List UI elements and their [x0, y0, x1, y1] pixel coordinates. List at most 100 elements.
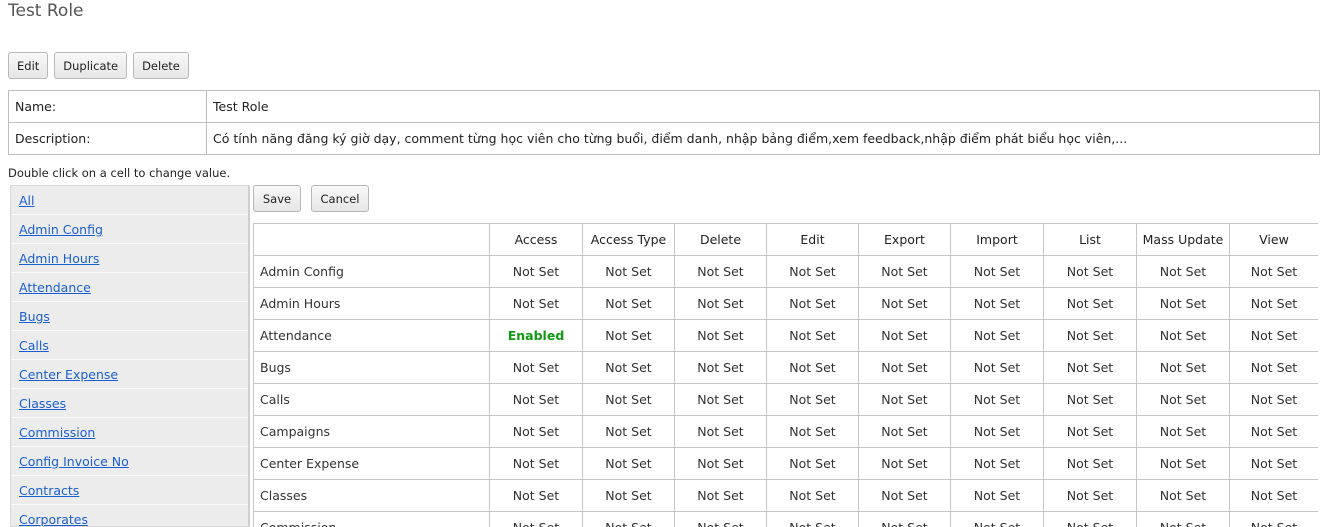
permission-cell[interactable]: Not Set	[766, 447, 859, 480]
permission-cell[interactable]: Not Set	[1136, 383, 1230, 416]
sidebar-item-label[interactable]: Admin Config	[19, 222, 103, 237]
sidebar-item-label[interactable]: Corporates	[19, 512, 88, 527]
permission-cell[interactable]: Not Set	[1043, 319, 1137, 352]
permission-cell[interactable]: Not Set	[582, 511, 675, 527]
sidebar-item-label[interactable]: All	[19, 193, 35, 208]
permission-cell[interactable]: Not Set	[766, 287, 859, 320]
permission-cell[interactable]: Not Set	[950, 479, 1044, 512]
permission-cell[interactable]: Not Set	[674, 319, 767, 352]
permission-cell[interactable]: Not Set	[582, 255, 675, 288]
sidebar-item-all[interactable]: All	[11, 186, 248, 215]
sidebar-item-bugs[interactable]: Bugs	[11, 302, 248, 331]
sidebar-item-label[interactable]: Config Invoice No	[19, 454, 129, 469]
permission-cell[interactable]: Not Set	[489, 447, 583, 480]
permission-cell[interactable]: Not Set	[582, 479, 675, 512]
permission-cell[interactable]: Not Set	[1229, 351, 1318, 384]
permission-cell[interactable]: Not Set	[766, 511, 859, 527]
permission-cell[interactable]: Not Set	[858, 479, 951, 512]
permission-cell[interactable]: Not Set	[1043, 511, 1137, 527]
delete-button[interactable]: Delete	[133, 52, 189, 79]
permission-cell[interactable]: Not Set	[674, 415, 767, 448]
permission-cell[interactable]: Not Set	[1136, 447, 1230, 480]
permission-cell[interactable]: Not Set	[489, 287, 583, 320]
permission-cell[interactable]: Not Set	[582, 447, 675, 480]
permission-cell[interactable]: Not Set	[1136, 479, 1230, 512]
permission-cell[interactable]: Not Set	[858, 447, 951, 480]
permission-cell[interactable]: Not Set	[489, 351, 583, 384]
sidebar-item-config-invoice-no[interactable]: Config Invoice No	[11, 447, 248, 476]
permission-cell[interactable]: Not Set	[1136, 415, 1230, 448]
permission-cell[interactable]: Not Set	[858, 287, 951, 320]
permission-cell[interactable]: Not Set	[858, 383, 951, 416]
sidebar-item-admin-hours[interactable]: Admin Hours	[11, 244, 248, 273]
permission-cell[interactable]: Not Set	[1136, 319, 1230, 352]
permission-cell[interactable]: Not Set	[489, 383, 583, 416]
permission-cell[interactable]: Not Set	[674, 383, 767, 416]
permission-cell[interactable]: Enabled	[489, 319, 583, 352]
sidebar-item-commission[interactable]: Commission	[11, 418, 248, 447]
permission-cell[interactable]: Not Set	[1229, 287, 1318, 320]
permission-cell[interactable]: Not Set	[858, 511, 951, 527]
permission-cell[interactable]: Not Set	[489, 511, 583, 527]
permission-cell[interactable]: Not Set	[766, 415, 859, 448]
permission-cell[interactable]: Not Set	[1136, 511, 1230, 527]
permission-cell[interactable]: Not Set	[1043, 479, 1137, 512]
permission-cell[interactable]: Not Set	[1229, 415, 1318, 448]
permission-cell[interactable]: Not Set	[858, 415, 951, 448]
sidebar-item-label[interactable]: Calls	[19, 338, 49, 353]
permission-cell[interactable]: Not Set	[582, 351, 675, 384]
permission-cell[interactable]: Not Set	[674, 255, 767, 288]
permission-cell[interactable]: Not Set	[489, 415, 583, 448]
permission-cell[interactable]: Not Set	[1136, 351, 1230, 384]
sidebar-item-label[interactable]: Admin Hours	[19, 251, 99, 266]
permission-cell[interactable]: Not Set	[674, 447, 767, 480]
sidebar-item-attendance[interactable]: Attendance	[11, 273, 248, 302]
permission-cell[interactable]: Not Set	[1229, 319, 1318, 352]
permission-cell[interactable]: Not Set	[1229, 383, 1318, 416]
permission-cell[interactable]: Not Set	[582, 319, 675, 352]
sidebar-item-center-expense[interactable]: Center Expense	[11, 360, 248, 389]
permission-cell[interactable]: Not Set	[950, 351, 1044, 384]
permission-cell[interactable]: Not Set	[1043, 383, 1137, 416]
permission-cell[interactable]: Not Set	[950, 319, 1044, 352]
edit-button[interactable]: Edit	[8, 52, 49, 79]
permission-cell[interactable]: Not Set	[1229, 447, 1318, 480]
cancel-button[interactable]: Cancel	[311, 185, 369, 212]
permission-cell[interactable]: Not Set	[766, 479, 859, 512]
permission-cell[interactable]: Not Set	[858, 351, 951, 384]
save-button[interactable]: Save	[253, 185, 301, 212]
permission-cell[interactable]: Not Set	[1043, 255, 1137, 288]
permission-cell[interactable]: Not Set	[489, 255, 583, 288]
sidebar-item-label[interactable]: Classes	[19, 396, 66, 411]
permission-cell[interactable]: Not Set	[1229, 255, 1318, 288]
permission-cell[interactable]: Not Set	[950, 415, 1044, 448]
permission-cell[interactable]: Not Set	[1229, 479, 1318, 512]
permission-cell[interactable]: Not Set	[1043, 287, 1137, 320]
permission-cell[interactable]: Not Set	[950, 255, 1044, 288]
sidebar-item-label[interactable]: Bugs	[19, 309, 50, 324]
permission-cell[interactable]: Not Set	[489, 479, 583, 512]
permission-cell[interactable]: Not Set	[582, 287, 675, 320]
permission-cell[interactable]: Not Set	[950, 511, 1044, 527]
sidebar-item-corporates[interactable]: Corporates	[11, 505, 248, 527]
sidebar-item-calls[interactable]: Calls	[11, 331, 248, 360]
permission-cell[interactable]: Not Set	[1043, 415, 1137, 448]
permission-cell[interactable]: Not Set	[1229, 511, 1318, 527]
sidebar-item-label[interactable]: Center Expense	[19, 367, 118, 382]
permission-cell[interactable]: Not Set	[674, 351, 767, 384]
sidebar-item-label[interactable]: Commission	[19, 425, 95, 440]
permission-cell[interactable]: Not Set	[950, 383, 1044, 416]
permission-cell[interactable]: Not Set	[858, 255, 951, 288]
permission-cell[interactable]: Not Set	[766, 383, 859, 416]
permission-cell[interactable]: Not Set	[950, 447, 1044, 480]
permission-cell[interactable]: Not Set	[1043, 351, 1137, 384]
sidebar-item-label[interactable]: Contracts	[19, 483, 79, 498]
duplicate-button[interactable]: Duplicate	[54, 52, 128, 79]
sidebar-item-classes[interactable]: Classes	[11, 389, 248, 418]
permission-cell[interactable]: Not Set	[766, 319, 859, 352]
permission-cell[interactable]: Not Set	[674, 287, 767, 320]
sidebar-item-contracts[interactable]: Contracts	[11, 476, 248, 505]
permission-cell[interactable]: Not Set	[950, 287, 1044, 320]
permission-cell[interactable]: Not Set	[674, 479, 767, 512]
permission-cell[interactable]: Not Set	[1043, 447, 1137, 480]
